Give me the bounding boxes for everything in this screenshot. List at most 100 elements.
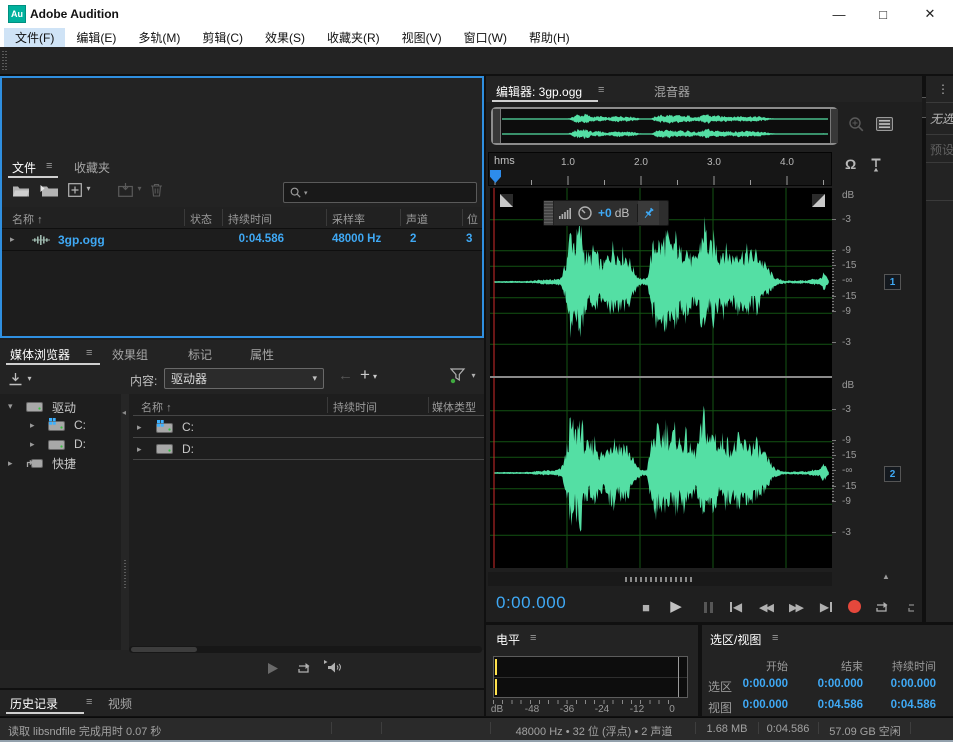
vertical-zoom-collapse-arrow[interactable]: ▲	[882, 572, 890, 581]
collapsed-panel-no-selection[interactable]: 无选	[930, 110, 953, 127]
tree-item-drives[interactable]: 驱动	[52, 399, 76, 416]
add-shortcut-dropdown-arrow[interactable]: ▾	[373, 372, 377, 381]
menu-item[interactable]: 编辑(E)	[65, 28, 127, 47]
row-expand-chevron[interactable]: ▸	[137, 444, 142, 455]
play-button[interactable]: ▶	[662, 596, 690, 616]
media-loop-playback-button[interactable]	[296, 661, 313, 680]
selection-panel-menu-icon[interactable]: ≡	[772, 632, 778, 644]
clipped-transport-icon[interactable]	[906, 600, 914, 614]
fade-out-handle[interactable]	[812, 194, 825, 207]
file-row-3gp-ogg[interactable]: ▸ 3gp.ogg 0:04.586 48000 Hz 2 3	[0, 229, 484, 250]
new-content-dropdown-arrow[interactable]: ▾	[86, 184, 90, 193]
row-expand-chevron[interactable]: ▸	[10, 234, 15, 245]
selection-duration[interactable]: 0:00.000	[874, 678, 936, 690]
filter-dropdown-arrow[interactable]: ▾	[471, 371, 475, 380]
levels-title[interactable]: 电平	[496, 631, 520, 648]
selection-view-title[interactable]: 选区/视图	[710, 631, 761, 648]
media-play-button[interactable]	[266, 662, 279, 680]
menu-item[interactable]: 剪辑(C)	[191, 28, 254, 47]
files-search-input[interactable]: ▾	[283, 182, 477, 203]
search-scope-arrow[interactable]: ▾	[304, 189, 308, 197]
fade-in-handle[interactable]	[500, 194, 513, 207]
navigate-back-button-disabled[interactable]: ←	[338, 367, 353, 384]
collapsed-panel-presets[interactable]: 预设	[930, 141, 953, 158]
media-hscrollbar[interactable]	[129, 646, 482, 653]
tree-collapse-arrow[interactable]: ◂	[122, 408, 126, 417]
maximize-button[interactable]: □	[864, 0, 902, 28]
menu-item[interactable]: 收藏夹(R)	[316, 28, 391, 47]
tree-item-d-drive[interactable]: D:	[74, 437, 86, 451]
tree-item-c-drive[interactable]: C:	[74, 418, 86, 432]
tree-expand-chevron[interactable]: ▸	[8, 458, 13, 469]
channel-2-badge[interactable]: 2	[884, 466, 901, 482]
tab-markers[interactable]: 标记	[188, 346, 212, 363]
col-sample-rate[interactable]: 采样率	[332, 211, 365, 227]
editor-list-view-button[interactable]	[876, 117, 893, 136]
record-button[interactable]	[848, 600, 861, 613]
editor-hscrollbar[interactable]	[488, 572, 832, 586]
tab-effects-rack[interactable]: 效果组	[112, 346, 148, 363]
open-file-button[interactable]	[12, 184, 30, 202]
col-channels[interactable]: 声道	[406, 211, 428, 227]
gain-hud[interactable]: +0 dB	[543, 200, 669, 226]
waveform-channel-2[interactable]	[490, 378, 832, 568]
col-name[interactable]: 名称	[12, 214, 34, 226]
tree-item-shortcuts[interactable]: 快捷	[52, 455, 76, 472]
magnet-snap-icon[interactable]: Ω	[845, 156, 856, 172]
row-expand-chevron[interactable]: ▸	[137, 422, 142, 433]
import-file-button[interactable]	[40, 184, 59, 202]
skip-to-end-button[interactable]: ▶	[812, 597, 840, 617]
col-duration[interactable]: 持续时间	[228, 211, 272, 227]
media-autoplay-button[interactable]	[324, 660, 343, 679]
time-display[interactable]: 0:00.000	[496, 593, 566, 613]
tree-collapse-chevron[interactable]: ▾	[8, 401, 13, 412]
selection-start[interactable]: 0:00.000	[730, 678, 788, 690]
tree-splitter[interactable]	[121, 394, 129, 650]
menu-item[interactable]: 多轨(M)	[127, 28, 191, 47]
menu-item[interactable]: 文件(F)	[4, 28, 65, 47]
gain-value[interactable]: +0	[598, 206, 612, 220]
fast-forward-button[interactable]: ▶▶	[782, 597, 810, 617]
menu-item[interactable]: 效果(S)	[254, 28, 316, 47]
zoom-reset-button-disabled[interactable]	[848, 116, 866, 138]
hud-pin-button[interactable]	[638, 201, 659, 225]
col-name[interactable]: 名称	[141, 402, 163, 414]
tab-favorites[interactable]: 收藏夹	[74, 159, 110, 176]
collapsed-panel-menu-icon[interactable]: ⋮	[937, 82, 949, 96]
media-row-c-drive[interactable]: C:	[182, 420, 194, 434]
levels-panel-menu-icon[interactable]: ≡	[530, 632, 536, 644]
files-panel-menu-icon[interactable]: ≡	[46, 160, 52, 172]
delete-button-disabled[interactable]	[150, 183, 163, 202]
tab-history[interactable]: 历史记录	[10, 695, 58, 712]
file-name[interactable]: 3gp.ogg	[58, 233, 105, 247]
view-duration[interactable]: 0:04.586	[874, 699, 936, 711]
col-bits[interactable]: 位	[467, 211, 478, 227]
tree-expand-chevron[interactable]: ▸	[30, 439, 35, 450]
toolbar-grip[interactable]	[2, 51, 4, 70]
menu-item[interactable]: 窗口(W)	[453, 28, 518, 47]
view-end[interactable]: 0:04.586	[805, 699, 863, 711]
col-media-type[interactable]: 媒体类型	[432, 399, 476, 415]
stop-button[interactable]: ■	[632, 597, 660, 617]
col-status[interactable]: 状态	[190, 211, 212, 227]
ruler-unit-label[interactable]: hms	[494, 155, 515, 167]
filter-button[interactable]: ▾	[450, 368, 475, 389]
minimize-button[interactable]: —	[820, 0, 858, 28]
menu-item[interactable]: 帮助(H)	[518, 28, 581, 47]
history-panel-menu-icon[interactable]: ≡	[86, 696, 92, 708]
media-import-button[interactable]: ▾	[8, 372, 31, 391]
gain-knob-icon[interactable]	[577, 205, 593, 221]
skip-to-start-button[interactable]: ◀	[722, 597, 750, 617]
level-meter[interactable]	[493, 656, 688, 698]
overview-right-handle[interactable]	[830, 109, 838, 143]
col-duration[interactable]: 持续时间	[333, 399, 377, 415]
toolbar-grip[interactable]	[5, 51, 7, 70]
editor-panel-menu-icon[interactable]: ≡	[598, 84, 604, 96]
save-button-disabled[interactable]: ▾	[118, 183, 141, 202]
close-button[interactable]: ✕	[911, 0, 949, 28]
menu-item[interactable]: 视图(V)	[391, 28, 453, 47]
selection-end[interactable]: 0:00.000	[805, 678, 863, 690]
content-dropdown[interactable]: 驱动器 ▾	[164, 368, 324, 389]
editor-hscrollbar-handle[interactable]	[625, 577, 695, 582]
tab-media-browser[interactable]: 媒体浏览器	[10, 346, 70, 363]
